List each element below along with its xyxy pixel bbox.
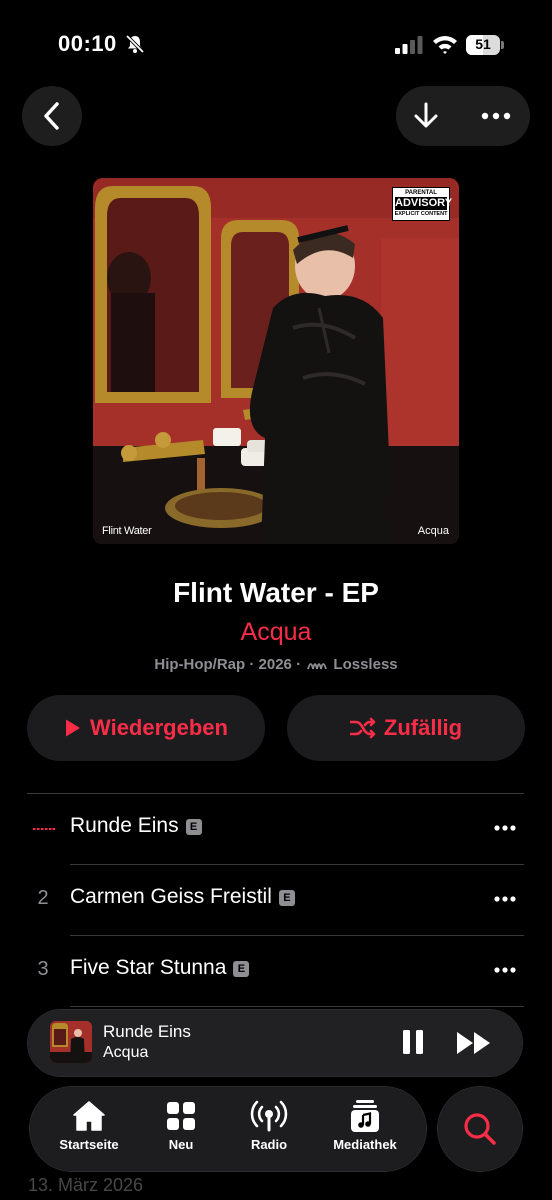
explicit-badge: E	[233, 961, 250, 977]
grid-icon	[167, 1102, 195, 1130]
shuffle-button[interactable]: Zufällig	[287, 695, 525, 761]
play-icon	[66, 719, 81, 737]
track-row[interactable]: 3 Five Star Stunna E	[0, 936, 552, 1007]
house-icon	[73, 1101, 105, 1131]
battery-icon: 51	[466, 35, 504, 55]
divider	[70, 1006, 524, 1007]
play-button-label: Wiedergeben	[90, 715, 228, 740]
back-button[interactable]	[22, 86, 82, 146]
ellipsis-icon	[494, 896, 516, 902]
track-more-button[interactable]	[490, 958, 520, 982]
track-title: Five Star Stunna E	[70, 956, 250, 980]
tab-radio[interactable]: Radio	[224, 1099, 314, 1163]
more-options-button[interactable]	[478, 98, 514, 134]
artwork-title-text: Flint Water	[102, 525, 152, 537]
release-date: 13. März 2026	[28, 1175, 144, 1195]
bell-slash-icon	[125, 34, 145, 54]
shuffle-icon	[349, 717, 376, 739]
album-artwork[interactable]: PARENTAL ADVISORY EXPLICIT CONTENT Flint…	[93, 178, 459, 544]
tab-label: Mediathek	[333, 1137, 397, 1152]
track-number: 2	[37, 887, 49, 909]
download-icon	[414, 102, 438, 128]
clock: 00:10	[58, 31, 117, 56]
track-more-button[interactable]	[490, 887, 520, 911]
radio-icon	[250, 1100, 288, 1132]
ellipsis-icon	[494, 825, 516, 831]
track-more-button[interactable]	[490, 816, 520, 840]
mini-player-artwork	[50, 1021, 92, 1063]
album-meta: Hip-Hop/Rap · 2026 · Lossless	[154, 656, 398, 673]
album-actions	[396, 86, 530, 146]
shuffle-button-label: Zufällig	[383, 715, 463, 740]
battery-level: 51	[475, 36, 491, 52]
genre: Hip-Hop/Rap	[154, 656, 246, 673]
tab-startseite[interactable]: Startseite	[44, 1099, 134, 1163]
pause-icon[interactable]	[400, 1028, 426, 1056]
album-artist-link[interactable]: Acqua	[0, 618, 552, 647]
mini-player[interactable]: Runde Eins Acqua	[28, 1010, 522, 1076]
download-button[interactable]	[408, 98, 444, 134]
release-year: 2026	[258, 656, 292, 673]
forward-icon[interactable]	[456, 1030, 492, 1056]
tab-bar: Startseite Neu Radio Mediathek	[30, 1087, 426, 1171]
track-row[interactable]: Runde Eins E	[0, 794, 552, 865]
audio-quality: Lossless	[333, 656, 398, 673]
tab-label: Neu	[168, 1137, 194, 1152]
tab-label: Radio	[250, 1137, 288, 1152]
mini-player-title: Runde Eins	[103, 1022, 191, 1041]
tab-label: Startseite	[59, 1137, 119, 1152]
tab-neu[interactable]: Neu	[136, 1099, 226, 1163]
track-number: 3	[37, 958, 49, 980]
parental-advisory-label: PARENTAL ADVISORY EXPLICIT CONTENT	[392, 187, 452, 221]
library-icon	[351, 1100, 379, 1132]
artwork-scene	[93, 178, 459, 544]
lossless-icon	[307, 663, 328, 670]
explicit-badge: E	[185, 819, 202, 835]
track-row[interactable]: 2 Carmen Geiss Freistil E	[0, 865, 552, 936]
mini-player-artist: Acqua	[103, 1044, 149, 1061]
artwork-artist-text: Acqua	[417, 525, 449, 537]
tab-mediathek[interactable]: Mediathek	[320, 1099, 410, 1163]
signal-icon	[395, 36, 423, 54]
track-title: Runde Eins E	[70, 814, 202, 838]
play-button[interactable]: Wiedergeben	[27, 695, 265, 761]
ellipsis-icon	[494, 967, 516, 973]
explicit-badge: E	[278, 890, 295, 906]
album-title: Flint Water - EP	[173, 577, 379, 608]
search-icon	[464, 1113, 496, 1145]
search-button[interactable]	[438, 1087, 522, 1171]
ellipsis-icon	[481, 112, 511, 120]
track-title: Carmen Geiss Freistil E	[70, 885, 295, 909]
status-bar: 00:10 51	[0, 0, 552, 90]
wifi-icon	[433, 36, 457, 54]
now-playing-icon	[33, 828, 55, 830]
chevron-left-icon	[44, 102, 59, 130]
